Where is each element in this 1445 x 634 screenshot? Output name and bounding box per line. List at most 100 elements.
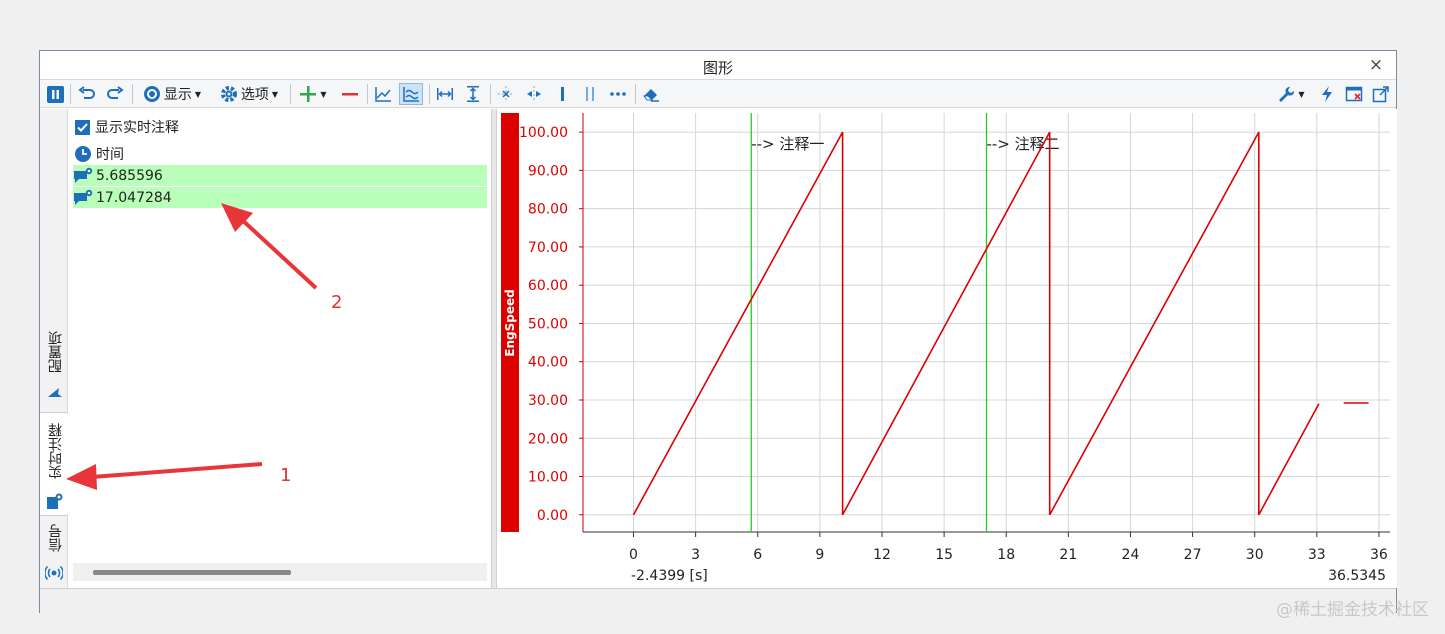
comment-icon <box>74 189 93 205</box>
annotation-label: --> 注释二 <box>986 135 1059 153</box>
x-tick-label: 9 <box>815 547 824 563</box>
y-tick-label: 40.00 <box>528 355 568 371</box>
undo-button[interactable] <box>76 83 98 105</box>
callout-number-2: 2 <box>331 292 343 313</box>
tab-signal[interactable]: 信号 <box>40 518 68 588</box>
single-cursor-icon <box>561 87 564 101</box>
multi-line-icon <box>403 87 419 102</box>
multi-line-button[interactable] <box>399 83 423 105</box>
pause-button[interactable] <box>45 83 65 105</box>
fit-horizontal-button[interactable] <box>434 83 456 105</box>
annotation-item[interactable]: 17.047284 <box>73 187 487 208</box>
x-tick-label: 15 <box>935 547 953 563</box>
double-cursor-icon <box>586 87 594 101</box>
tab-config[interactable]: 配置项 <box>40 323 68 407</box>
x-tick-label: 24 <box>1122 547 1140 563</box>
fit-vertical-button[interactable] <box>462 83 484 105</box>
tools-menu-button[interactable]: ▼ <box>1274 83 1308 105</box>
series-label: EngSpeed <box>503 289 517 356</box>
display-menu-button[interactable]: 显示 ▼ <box>138 83 206 105</box>
export-button[interactable] <box>1370 83 1392 105</box>
chevron-down-icon: ▼ <box>1298 89 1305 99</box>
close-button[interactable]: × <box>1366 55 1386 75</box>
x-tick-label: 0 <box>629 547 638 563</box>
x-tick-label: 12 <box>873 547 891 563</box>
y-tick-label: 60.00 <box>528 278 568 294</box>
cursor-cross-button[interactable] <box>495 83 517 105</box>
x-max-label: 36.5345 <box>1328 568 1386 584</box>
watermark: @稀土掘金技术社区 <box>1276 600 1429 620</box>
show-realtime-checkbox[interactable] <box>75 119 90 135</box>
check-icon <box>77 122 88 132</box>
show-realtime-annotation-toggle[interactable]: 显示实时注释 <box>75 117 179 137</box>
graph-window: 图形 × 显示 ▼ 选项 ▼ ▼ ▼ 配置项 实时注释 信号 显示实时注释 时间… <box>39 50 1397 613</box>
options-menu-button[interactable]: 选项 ▼ <box>214 83 284 105</box>
config-icon <box>48 388 62 397</box>
annotation-item[interactable]: 5.685596 <box>73 165 487 186</box>
x-tick-label: 30 <box>1246 547 1264 563</box>
close-window-icon <box>1345 86 1363 102</box>
single-cursor-button[interactable] <box>551 83 573 105</box>
scrollbar-thumb[interactable] <box>93 570 291 575</box>
side-tab-strip: 配置项 实时注释 信号 <box>40 109 68 588</box>
remove-icon <box>342 93 358 96</box>
window-title: 图形 <box>702 59 733 77</box>
annotation-time: 17.047284 <box>96 189 172 206</box>
x-min-label: -2.4399 [s] <box>631 568 708 584</box>
y-tick-label: 80.00 <box>528 202 568 218</box>
y-tick-label: 10.00 <box>528 470 568 486</box>
x-tick-label: 36 <box>1370 547 1388 563</box>
close-window-button[interactable] <box>1343 83 1365 105</box>
y-tick-label: 90.00 <box>528 163 568 179</box>
show-realtime-label: 显示实时注释 <box>95 120 179 136</box>
x-tick-label: 21 <box>1059 547 1077 563</box>
y-tick-label: 20.00 <box>528 431 568 447</box>
chevron-down-icon: ▼ <box>271 89 279 99</box>
trigger-button[interactable] <box>1316 83 1338 105</box>
eraser-icon <box>643 89 659 102</box>
tab-realtime-annotation[interactable]: 实时注释 <box>40 412 68 516</box>
y-tick-label: 100.00 <box>519 125 568 141</box>
engspeed-chart[interactable]: EngSpeed 0.00 10.00 20.00 30.00 40.00 50.00 60.… <box>497 109 1397 588</box>
chart-area: EngSpeed 0.00 10.00 20.00 30.00 40.00 50.00 60.… <box>497 109 1397 588</box>
y-tick-label: 0.00 <box>537 508 568 524</box>
cursor-cross-icon <box>498 86 514 102</box>
x-tick-label: 27 <box>1184 547 1202 563</box>
annotation-icon <box>47 493 63 509</box>
annotation-label: --> 注释一 <box>751 135 824 153</box>
more-icon <box>610 92 626 96</box>
annotation-panel: 显示实时注释 时间 5.685596 17.047284 <box>69 109 491 588</box>
gear-icon <box>220 86 237 102</box>
add-icon <box>300 86 317 102</box>
tab-realtime-annotation-label: 实时注释 <box>48 423 64 479</box>
redo-button[interactable] <box>104 83 126 105</box>
display-label: 显示 <box>163 87 192 103</box>
display-icon <box>143 86 160 102</box>
line-chart-icon <box>375 87 391 102</box>
horizontal-scrollbar[interactable] <box>73 563 487 581</box>
line-chart-button[interactable] <box>372 83 394 105</box>
clock-icon <box>75 145 91 162</box>
remove-signal-button[interactable] <box>339 83 361 105</box>
y-tick-label: 70.00 <box>528 240 568 256</box>
redo-icon <box>107 86 124 99</box>
wrench-icon <box>1279 87 1295 102</box>
comment-icon <box>74 167 93 183</box>
y-tick-label: 30.00 <box>528 393 568 409</box>
double-cursor-button[interactable] <box>579 83 601 105</box>
x-tick-label: 3 <box>691 547 700 563</box>
title-bar: 图形 × <box>40 51 1396 80</box>
status-bar <box>40 588 1396 613</box>
tab-config-label: 配置项 <box>48 331 64 373</box>
eraser-button[interactable] <box>640 83 662 105</box>
chevron-down-icon: ▼ <box>194 89 202 99</box>
time-header: 时间 <box>74 143 124 164</box>
lightning-icon <box>1322 86 1332 102</box>
more-button[interactable] <box>607 83 629 105</box>
add-signal-button[interactable]: ▼ <box>295 83 331 105</box>
cursor-split-button[interactable] <box>523 83 545 105</box>
export-icon <box>1372 86 1389 103</box>
options-label: 选项 <box>240 87 269 103</box>
y-tick-label: 50.00 <box>528 316 568 332</box>
cursor-split-icon <box>527 86 541 102</box>
